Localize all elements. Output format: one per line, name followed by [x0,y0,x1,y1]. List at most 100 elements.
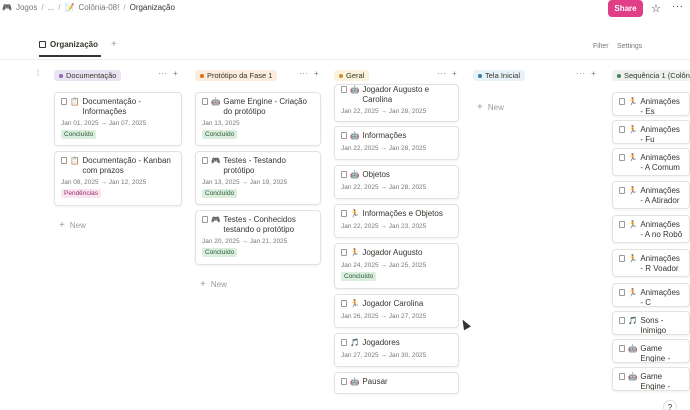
robot-icon: 🤖 [350,170,360,179]
running-icon: 🏃 [350,248,360,257]
page-icon [341,300,347,307]
music-icon: 🎵 [628,316,638,325]
card[interactable]: 📋 Documentação - Informações Jan 01, 2025… [54,92,182,146]
column-more-icon[interactable]: ··· [158,69,168,78]
card[interactable]: 🏃 Jogador Augusto Jan 24, 2025 → Jan 25, … [334,243,459,289]
page-icon [341,86,347,93]
add-view-icon[interactable]: + [111,39,117,50]
card[interactable]: 🏃 Animações - R Voador [612,249,690,277]
breadcrumb-current[interactable]: Organização [130,3,175,12]
tab-organizacao[interactable]: Organização [39,40,98,49]
status-dot-icon [59,73,63,78]
robot-icon: 🤖 [628,344,638,353]
column-add-icon[interactable]: + [314,69,319,78]
card[interactable]: 🏃 Animações - A Comum [612,148,690,176]
mouse-cursor-icon [459,317,471,331]
column-name: Tela Inicial [485,71,521,80]
page-icon [61,157,67,164]
card[interactable]: 🏃 Animações - Es [612,92,690,116]
card[interactable]: 🤖 Objetos Jan 22, 2025 → Jan 28, 2025 [334,165,459,199]
filter-button[interactable]: Filter [593,43,609,50]
column-header-sequencia-1[interactable]: Sequência 1 (Colôni [612,69,690,82]
column-header-documentacao[interactable]: Documentação [54,69,122,82]
column-pill: Geral [334,70,370,81]
page-icon [619,154,625,161]
breadcrumb-separator: / [41,3,44,12]
card-title: Jogador Augusto e Carolina [362,85,430,104]
music-icon: 🎵 [350,338,360,347]
running-icon: 🏃 [628,153,638,162]
card[interactable]: 🏃 Animações - A Atirador [612,181,690,209]
page-icon [619,98,625,105]
card[interactable]: 🤖 Informações Jan 22, 2025 → Jan 28, 2025 [334,126,459,160]
column-pill: Protótipo da Fase 1 [195,70,278,81]
column-header-geral[interactable]: Geral [334,69,370,82]
column-add-icon[interactable]: + [591,69,596,78]
status-badge: Concluído [202,189,238,198]
column-more-icon[interactable]: ··· [437,69,447,78]
more-options-icon[interactable]: ··· [672,1,684,12]
drag-handle-icon[interactable]: ⁞ [37,69,39,78]
card[interactable]: 🤖 Game Engine - [612,339,690,363]
card-title: Animações - C [640,288,680,307]
column-header-prototipo[interactable]: Protótipo da Fase 1 [195,69,278,82]
card[interactable]: 🏃 Animações - Fu [612,120,690,144]
page-icon [341,249,347,256]
page-icon [61,98,67,105]
card[interactable]: 📋 Documentação - Kanban com prazos Jan 08… [54,151,182,206]
page-icon [619,126,625,133]
page-icon [341,171,347,178]
new-label: New [210,280,227,289]
card-title: Pausar [362,377,388,386]
card-title: Informações [362,131,407,140]
breadcrumb-ellipsis[interactable]: ... [48,3,55,12]
status-badge: Concluído [341,271,377,281]
card[interactable]: 🏃 Informações e Objetos Jan 22, 2025 → Ja… [334,204,459,238]
card[interactable]: 🤖 Game Engine - Criação do protótipo Jan … [195,92,321,146]
new-card-button[interactable]: + New [59,220,86,231]
breadcrumb-workspace[interactable]: Jogos [16,3,37,12]
card-date: Jan 22, 2025 → Jan 28, 2025 [341,183,427,191]
card-title: Objetos [362,170,390,179]
star-icon[interactable]: ☆ [651,2,661,15]
column-more-icon[interactable]: ··· [576,69,586,78]
card-title: Animações - A Comum [640,153,680,172]
clipboard-icon: 📋 [70,156,80,165]
breadcrumb-parent[interactable]: Colônia-08! [78,3,119,12]
status-dot-icon [617,73,621,78]
share-button[interactable]: Share [608,0,643,17]
card[interactable]: 🤖 Jogador Augusto e Carolina Jan 22, 2025… [334,84,459,122]
page-icon [341,210,347,217]
settings-button[interactable]: Settings [617,43,642,50]
memo-icon: 📝 [64,3,75,12]
page-icon [341,132,347,139]
card[interactable]: 🎵 Jogadores Jan 27, 2025 → Jan 30, 2025 [334,333,459,367]
page-icon [619,255,625,262]
card[interactable]: 🏃 Animações - A no Robô [612,215,690,243]
card-title: Documentação - Informações [82,97,142,116]
card-title: Jogador Augusto [362,248,423,257]
status-dot-icon [339,73,343,78]
card-title: Animações - R Voador [640,254,680,273]
running-icon: 🏃 [628,288,638,297]
card-title: Informações e Objetos [362,209,443,218]
card-date: Jan 08, 2025 → Jan 12, 2025 [61,179,147,186]
card[interactable]: 🎮 Testes - Testando protótipo Jan 13, 202… [195,151,321,205]
column-add-icon[interactable]: + [452,69,457,78]
divider [0,59,690,60]
card[interactable]: 🤖 Pausar [334,372,459,394]
card[interactable]: 🤖 Game Engine - [612,367,690,391]
card[interactable]: 🏃 Animações - C [612,283,690,307]
new-card-button[interactable]: + New [200,279,227,290]
card-title: Animações - Es [640,97,680,116]
card[interactable]: 🏃 Jogador Carolina Jan 26, 2025 → Jan 27,… [334,294,459,328]
column-header-tela-inicial[interactable]: Tela Inicial [473,69,526,82]
column-add-icon[interactable]: + [173,69,178,78]
column-more-icon[interactable]: ··· [299,69,309,78]
card[interactable]: 🎮 Testes - Conhecidos testando o protótip… [195,210,321,265]
help-button[interactable]: ? [663,400,677,410]
breadcrumb-separator: / [123,3,126,12]
new-card-button[interactable]: + New [477,102,504,113]
card[interactable]: 🎵 Sons - Inimigo [612,311,690,335]
gamepad-icon: 🎮 [2,3,12,12]
